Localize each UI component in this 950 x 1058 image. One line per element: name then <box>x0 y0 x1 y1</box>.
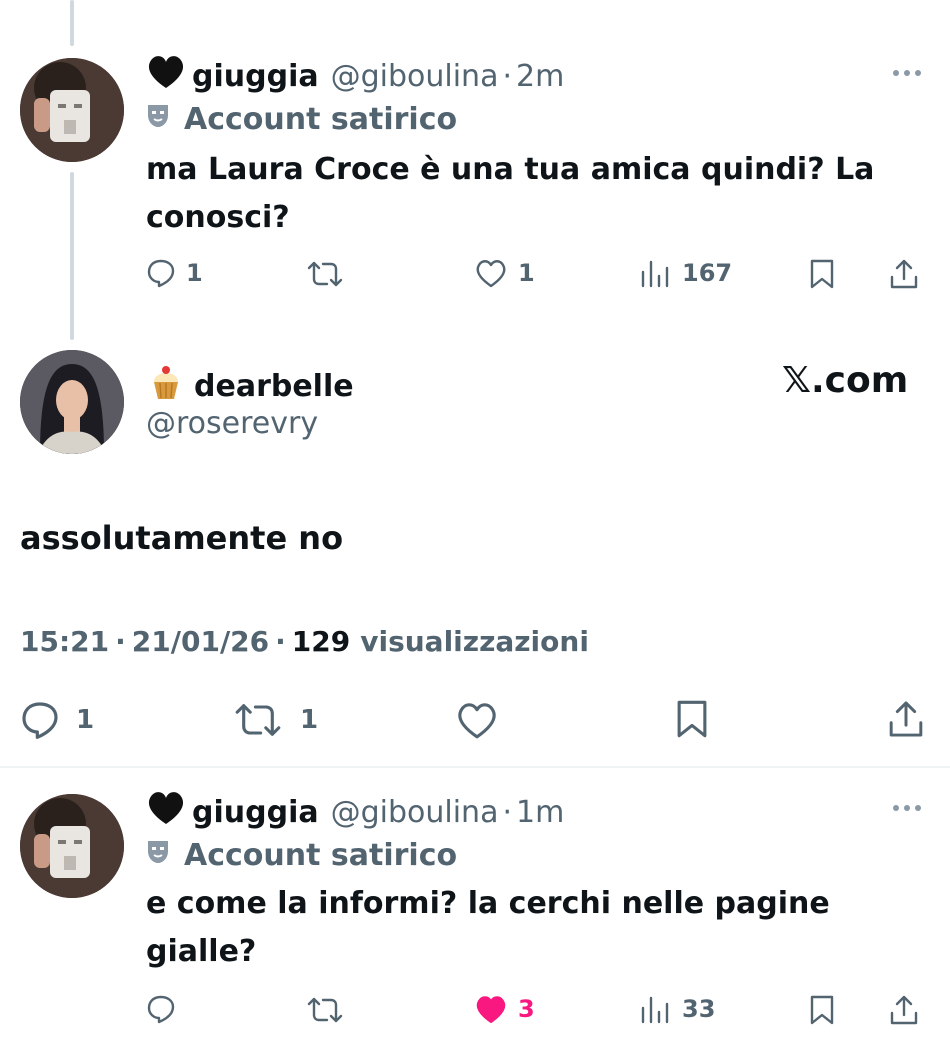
reply-icon <box>22 702 58 739</box>
tweet3-views-count: 33 <box>682 995 716 1023</box>
thread-line-top <box>70 0 74 46</box>
tweet3-bookmark-button[interactable] <box>808 994 836 1026</box>
avatar-mask-icon <box>20 794 124 898</box>
black-heart-emoji-icon <box>146 54 186 99</box>
tweet1-time[interactable]: 2m <box>516 59 564 95</box>
avatar-dearbelle[interactable] <box>20 350 124 454</box>
main-tweet-text: assolutamente no <box>20 519 344 557</box>
tweet3-reply-button[interactable] <box>146 994 176 1024</box>
tweet3-handle[interactable]: @giboulina <box>331 795 499 831</box>
main-reply-button[interactable]: 1 <box>20 700 94 740</box>
avatar-giuggia-2[interactable] <box>20 794 124 898</box>
tweet1-label-text: Account satirico <box>184 102 458 137</box>
tweet3-share-button[interactable] <box>888 993 920 1027</box>
share-icon <box>889 701 923 737</box>
tweet3-repost-button[interactable] <box>305 995 345 1025</box>
bookmark-icon <box>810 259 834 289</box>
avatar-mask-icon <box>20 58 124 162</box>
main-tweet-time[interactable]: 15:21 <box>20 624 109 660</box>
reply-icon <box>147 259 175 288</box>
main-tweet-views-count: 129 <box>291 625 351 658</box>
like-icon <box>458 703 496 739</box>
thread-line-middle <box>70 172 74 340</box>
repost-icon <box>235 704 281 736</box>
tweet1-header: giuggia @giboulina · 2m <box>146 54 564 99</box>
tweet1-views-button[interactable]: 167 <box>640 258 732 288</box>
tweet3-time[interactable]: 1m <box>516 795 564 831</box>
like-icon <box>476 260 506 288</box>
tweet1-text-line1: ma Laura Croce è una tua amica quindi? L… <box>146 152 875 187</box>
main-reply-count: 1 <box>76 705 95 735</box>
tweet1-like-count: 1 <box>518 259 535 287</box>
tweet3-like-button[interactable]: 3 <box>474 994 535 1024</box>
share-icon <box>890 995 918 1025</box>
tweet1-repost-button[interactable] <box>305 259 345 289</box>
divider <box>0 766 950 768</box>
repost-icon <box>307 261 343 287</box>
satire-mask-icon <box>146 838 170 873</box>
main-tweet-header: dearbelle <box>146 362 354 411</box>
reply-icon <box>147 995 175 1024</box>
main-repost-count: 1 <box>300 705 319 735</box>
tweet3-header: giuggia @giboulina · 1m <box>146 790 564 835</box>
x-com-watermark: 𝕏.com <box>782 360 909 401</box>
main-bookmark-button[interactable] <box>674 698 710 740</box>
tweet1-reply-count: 1 <box>186 259 203 287</box>
cupcake-emoji-icon <box>146 362 186 411</box>
tweet1-more-icon[interactable] <box>893 70 921 76</box>
main-tweet-display-name[interactable]: dearbelle <box>194 369 354 405</box>
tweet3-label: Account satirico <box>146 838 457 873</box>
tweet1-views-count: 167 <box>682 259 733 287</box>
tweet3-text-line1: e come la informi? la cerchi nelle pagin… <box>146 886 830 921</box>
main-like-button[interactable] <box>455 700 499 740</box>
tweet3-separator: · <box>502 794 512 830</box>
avatar-giuggia[interactable] <box>20 58 124 162</box>
tweet1-separator: · <box>502 58 512 94</box>
tweet1-share-button[interactable] <box>888 257 920 291</box>
views-icon <box>641 996 669 1024</box>
main-tweet-views-label[interactable]: visualizzazioni <box>360 624 589 660</box>
tweet3-views-button[interactable]: 33 <box>640 994 715 1024</box>
tweet1-label: Account satirico <box>146 102 457 137</box>
tweet3-label-text: Account satirico <box>184 838 458 873</box>
black-heart-emoji-icon <box>146 790 186 835</box>
tweet1-bookmark-button[interactable] <box>808 258 836 290</box>
tweet1-reply-button[interactable]: 1 <box>146 258 203 288</box>
liked-heart-icon <box>476 996 506 1023</box>
avatar-princess-icon <box>20 350 124 454</box>
main-share-button[interactable] <box>886 698 926 740</box>
bookmark-icon <box>810 995 834 1025</box>
tweet3-more-icon[interactable] <box>893 805 921 811</box>
main-repost-button[interactable]: 1 <box>232 700 318 740</box>
tweet3-text-line2: gialle? <box>146 934 257 969</box>
repost-icon <box>307 997 343 1023</box>
tweet1-display-name[interactable]: giuggia <box>192 59 319 95</box>
tweet1-handle[interactable]: @giboulina <box>331 59 499 95</box>
main-tweet-sep2: · <box>275 625 286 658</box>
tweet3-display-name[interactable]: giuggia <box>192 795 319 831</box>
views-icon <box>641 260 669 288</box>
main-tweet-sep1: · <box>115 625 126 658</box>
tweet1-text-line2: conosci? <box>146 200 290 235</box>
share-icon <box>890 259 918 289</box>
main-tweet-meta: 15:21 · 21/01/26 · 129 visualizzazioni <box>20 624 589 660</box>
tweet1-like-button[interactable]: 1 <box>474 258 535 288</box>
tweet3-like-count: 3 <box>518 995 535 1023</box>
bookmark-icon <box>677 700 707 738</box>
satire-mask-icon <box>146 102 170 137</box>
main-tweet-handle[interactable]: @roserevry <box>146 406 318 442</box>
main-tweet-date[interactable]: 21/01/26 <box>132 624 269 660</box>
